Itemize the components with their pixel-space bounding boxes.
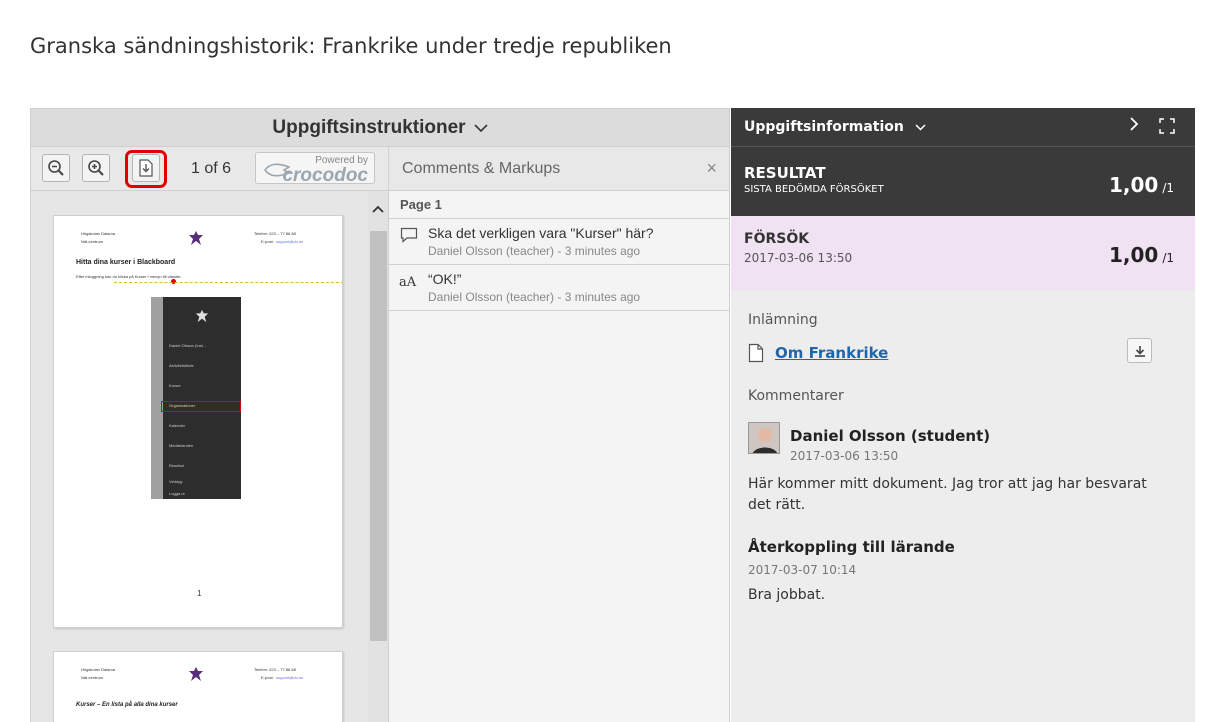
chevron-down-icon [474, 120, 488, 136]
collapse-panel-icon[interactable] [1129, 116, 1139, 137]
doc-page-number: 1 [197, 589, 202, 598]
comment-date: 2017-03-06 13:50 [790, 449, 899, 463]
zoom-out-button[interactable] [42, 154, 70, 182]
assignment-info-header: Uppgiftsinformation [731, 108, 1195, 146]
doc-header-right-2: E-post: [261, 239, 274, 244]
document-page-1: Högskolan Dalarna Nät-centrum Telefon: 0… [53, 215, 343, 628]
comments-title: Comments & Markups [402, 160, 561, 177]
fullscreen-icon[interactable] [1159, 118, 1175, 138]
assignment-info-title: Uppgiftsinformation [744, 119, 904, 135]
document-icon [748, 343, 764, 367]
menu-item: Kalender [169, 423, 186, 428]
assignment-info-dropdown[interactable]: Uppgiftsinformation [744, 119, 926, 135]
avatar [748, 422, 780, 454]
page-count: 1 of 6 [191, 160, 232, 177]
annotation-line [114, 282, 342, 283]
download-icon [1134, 345, 1145, 357]
result-label: RESULTAT [744, 164, 826, 182]
document-viewer: Uppgiftsinstruktioner 1 of 6 Powered by … [30, 108, 730, 722]
blackboard-menu-screenshot: Daniel Olsson (Inst... Aktivitetsflöde K… [151, 297, 241, 499]
comment-body: Här kommer mitt dokument. Jag tror att j… [748, 476, 1147, 513]
feedback-date: 2017-03-07 10:14 [748, 563, 857, 577]
feedback-text: Bra jobbat. [748, 587, 826, 603]
submission-label: Inlämning [748, 312, 818, 328]
result-score-value: 1,00 [1108, 173, 1159, 197]
doc-header-right-2: E-post: [261, 675, 274, 680]
scroll-up-icon[interactable] [368, 201, 388, 217]
page: Granska sändningshistorik: Frankrike und… [0, 0, 1215, 722]
menu-item: Meddelanden [169, 443, 194, 448]
doc-header-right: Telefon: 023 – 77 88 88 [254, 667, 296, 672]
comments-section-label: Kommentarer [748, 388, 844, 404]
document-page-2: Högskolan Dalarna Nät-centrum Telefon: 0… [53, 651, 343, 722]
menu-item: Aktivitetsflöde [169, 363, 194, 368]
attempt-score-value: 1,00 [1108, 243, 1159, 267]
close-icon[interactable]: × [706, 158, 717, 179]
download-submission-button[interactable] [1127, 338, 1152, 363]
kurser-highlight-box [161, 401, 241, 412]
zoom-in-button[interactable] [82, 154, 110, 182]
assignment-info-panel: Uppgiftsinformation RESULTAT SISTA BEDÖM… [731, 108, 1195, 722]
comments-panel: Comments & Markups × Page 1 Ska det verk… [388, 147, 729, 722]
doc-header-email: support@du.se [276, 239, 304, 244]
comment-item[interactable]: aA “OK!” Daniel Olsson (teacher) - 3 min… [389, 265, 729, 311]
attempt-date: 2017-03-06 13:50 [744, 251, 853, 265]
comment-meta: Daniel Olsson (teacher) - 3 minutes ago [428, 290, 641, 304]
text-annotation-icon: aA [399, 275, 417, 290]
crocodoc-brand: crocodoc [282, 165, 368, 186]
speech-bubble-icon [400, 227, 418, 247]
attempt-score-max: /1 [1162, 251, 1174, 265]
menu-item: Logga ut [169, 491, 185, 496]
comment-meta: Daniel Olsson (teacher) - 3 minutes ago [428, 244, 641, 258]
doc-header-left: Högskolan Dalarna [81, 667, 116, 672]
chevron-down-icon [915, 124, 926, 131]
zoom-out-icon [48, 160, 64, 176]
result-score: 1,00/1 [1109, 173, 1174, 197]
submission-file: Om Frankrike [748, 343, 1172, 367]
doc-heading: Hitta dina kurser i Blackboard [76, 259, 176, 266]
doc-header-left-2: Nät-centrum [81, 239, 104, 244]
comment-item[interactable]: Ska det verkligen vara "Kurser" här? Dan… [389, 219, 729, 265]
crocodoc-badge[interactable]: Powered by crocodoc [255, 152, 375, 186]
university-logo-icon [189, 231, 203, 245]
zoom-in-icon [88, 160, 104, 176]
document-pages[interactable]: Högskolan Dalarna Nät-centrum Telefon: 0… [31, 191, 388, 722]
submission-file-link[interactable]: Om Frankrike [775, 344, 888, 362]
comments-page-label: Page 1 [389, 191, 729, 219]
menu-item: Kurser [169, 383, 181, 388]
viewer-toolbar: 1 of 6 Powered by crocodoc [31, 147, 388, 191]
menu-logo-icon [195, 309, 209, 323]
instructions-dropdown[interactable]: Uppgiftsinstruktioner [31, 109, 729, 147]
download-highlight [125, 150, 167, 188]
doc-header-email: support@du.se [276, 675, 304, 680]
menu-item: Verktyg [169, 479, 183, 484]
instructions-title: Uppgiftsinstruktioner [272, 116, 466, 138]
scrollbar-thumb[interactable] [370, 231, 387, 641]
menu-item: Daniel Olsson (Inst... [169, 343, 207, 348]
doc-intro: Efter inloggning kan du klicka på Kurser… [76, 274, 182, 279]
vertical-scrollbar[interactable] [368, 191, 388, 722]
comments-header: Comments & Markups × [389, 147, 729, 191]
result-score-max: /1 [1162, 181, 1174, 195]
doc-header-left: Högskolan Dalarna [81, 231, 116, 236]
university-logo-icon [189, 667, 203, 681]
grade-result: RESULTAT SISTA BEDÖMDA FÖRSÖKET 1,00/1 [731, 146, 1195, 216]
feedback-title: Återkoppling till lärande [748, 538, 955, 556]
comment-text: “OK!” [428, 271, 462, 287]
page-title: Granska sändningshistorik: Frankrike und… [30, 34, 672, 58]
menu-item: Resultat [169, 463, 184, 468]
attempt-label: FÖRSÖK [744, 231, 810, 247]
doc-heading: Kurser – En lista på alla dina kurser [76, 702, 178, 708]
doc-header-left-2: Nät-centrum [81, 675, 104, 680]
comment-text: Ska det verkligen vara "Kurser" här? [428, 225, 654, 241]
result-sublabel: SISTA BEDÖMDA FÖRSÖKET [744, 184, 884, 195]
attempt-row[interactable]: FÖRSÖK 2017-03-06 13:50 1,00/1 [731, 216, 1195, 290]
attempt-score: 1,00/1 [1109, 243, 1174, 267]
doc-header-right: Telefon: 023 – 77 88 88 [254, 231, 296, 236]
comment-author: Daniel Olsson (student) [790, 427, 991, 445]
